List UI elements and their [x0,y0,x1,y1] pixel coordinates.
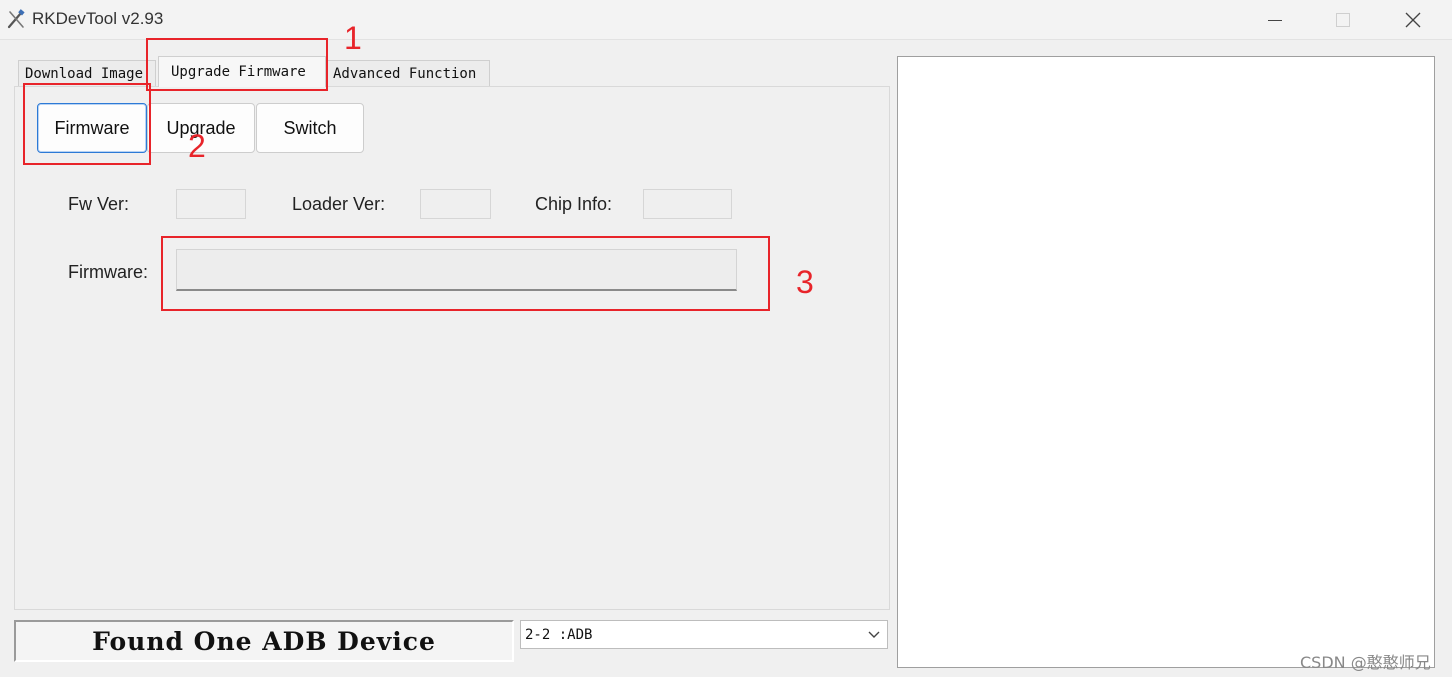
fw-ver-field [176,189,246,219]
annotation-number-1: 1 [344,20,362,56]
minimize-icon [1268,19,1282,21]
annotation-box-3 [161,236,770,311]
status-message: Found One ADB Device [14,620,514,662]
minimize-button[interactable] [1240,0,1310,40]
window-title: RKDevTool v2.93 [32,9,164,28]
tab-advanced-function[interactable]: Advanced Function [326,60,490,86]
chip-info-field [643,189,732,219]
chevron-down-icon [868,631,880,638]
close-button[interactable] [1378,0,1448,40]
tab-upgrade-firmware[interactable]: Upgrade Firmware [158,56,326,87]
annotation-box-2 [23,83,151,165]
maximize-icon [1336,13,1350,27]
tools-icon [6,8,26,30]
annotation-number-2: 2 [188,128,206,164]
switch-button[interactable]: Switch [256,103,364,153]
close-icon [1405,12,1421,28]
device-select[interactable]: 2-2 :ADB [520,620,888,649]
device-select-value: 2-2 :ADB [525,626,593,643]
watermark-text: CSDN @憨憨师兄 [1300,653,1431,672]
firmware-path-label: Firmware: [68,262,148,282]
title-bar [0,0,1452,40]
maximize-button[interactable] [1308,0,1378,40]
log-output-pane[interactable] [897,56,1435,668]
fw-ver-label: Fw Ver: [68,194,130,214]
loader-ver-field [420,189,491,219]
chip-info-label: Chip Info: [535,194,613,214]
loader-ver-label: Loader Ver: [292,194,386,214]
annotation-number-3: 3 [796,264,814,300]
